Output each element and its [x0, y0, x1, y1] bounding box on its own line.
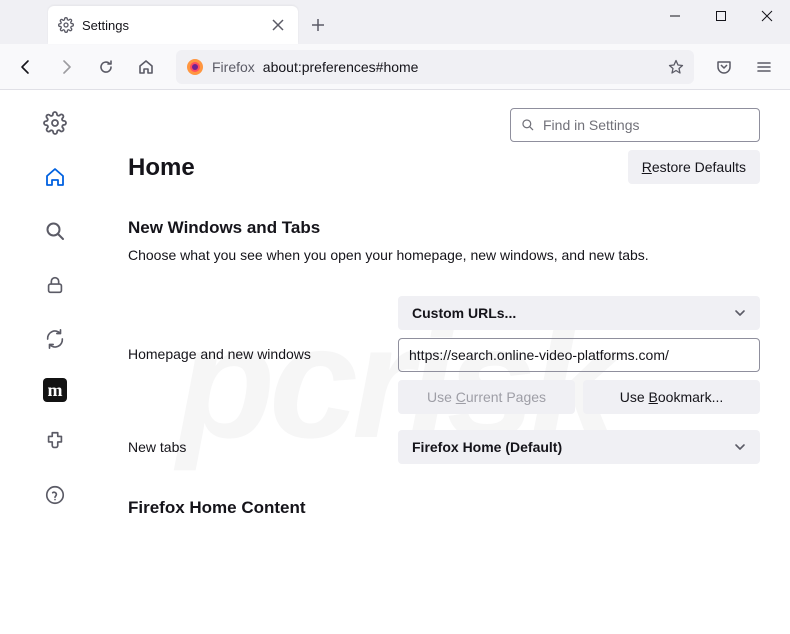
url-bar[interactable]: Firefox about:preferences#home	[176, 50, 694, 84]
main-panel: Find in Settings Home Restore Defaults N…	[110, 90, 790, 634]
close-icon[interactable]	[268, 15, 288, 35]
sidebar-item-more[interactable]: m	[43, 378, 67, 402]
homepage-select[interactable]: Custom URLs...	[398, 296, 760, 330]
sidebar-item-extensions[interactable]	[40, 426, 70, 456]
section-description: Choose what you see when you open your h…	[128, 246, 760, 266]
chevron-down-icon	[734, 441, 746, 453]
firefox-icon	[186, 58, 204, 76]
bookmark-star-icon[interactable]	[668, 59, 684, 75]
new-tab-button[interactable]	[302, 9, 334, 41]
sidebar-item-home[interactable]	[40, 162, 70, 192]
section-heading: New Windows and Tabs	[128, 218, 760, 238]
restore-defaults-button[interactable]: Restore Defaults	[628, 150, 760, 184]
url-context: Firefox	[212, 59, 255, 75]
newtabs-select[interactable]: Firefox Home (Default)	[398, 430, 760, 464]
tab-title: Settings	[82, 18, 260, 33]
nav-toolbar: Firefox about:preferences#home	[0, 44, 790, 90]
reload-button[interactable]	[90, 51, 122, 83]
chevron-down-icon	[734, 307, 746, 319]
url-text: about:preferences#home	[263, 59, 660, 75]
sidebar: m	[0, 90, 110, 634]
homepage-url-input[interactable]: https://search.online-video-platforms.co…	[398, 338, 760, 372]
search-icon	[521, 118, 535, 132]
page-title: Home	[128, 154, 195, 182]
home-button[interactable]	[130, 51, 162, 83]
minimize-button[interactable]	[652, 0, 698, 32]
select-value: Custom URLs...	[412, 305, 516, 321]
select-value: Firefox Home (Default)	[412, 439, 562, 455]
close-window-button[interactable]	[744, 0, 790, 32]
menu-button[interactable]	[748, 51, 780, 83]
titlebar: Settings	[0, 0, 790, 44]
browser-tab[interactable]: Settings	[48, 6, 298, 44]
gear-icon	[58, 17, 74, 33]
sidebar-item-sync[interactable]	[40, 324, 70, 354]
use-bookmark-button[interactable]: Use Bookmark...	[583, 380, 760, 414]
section-heading-2: Firefox Home Content	[128, 498, 760, 518]
back-button[interactable]	[10, 51, 42, 83]
pocket-icon[interactable]	[708, 51, 740, 83]
url-value: https://search.online-video-platforms.co…	[409, 347, 669, 363]
sidebar-item-help[interactable]	[40, 480, 70, 510]
sidebar-item-search[interactable]	[40, 216, 70, 246]
sidebar-item-general[interactable]	[40, 108, 70, 138]
sidebar-item-privacy[interactable]	[40, 270, 70, 300]
newtabs-label: New tabs	[128, 439, 398, 455]
use-current-pages-button[interactable]: Use Current Pages	[398, 380, 575, 414]
maximize-button[interactable]	[698, 0, 744, 32]
forward-button[interactable]	[50, 51, 82, 83]
search-placeholder: Find in Settings	[543, 117, 640, 133]
search-input[interactable]: Find in Settings	[510, 108, 760, 142]
window-controls	[652, 0, 790, 44]
content-area: pcrisk m Find in Settings Home Restore D…	[0, 90, 790, 634]
homepage-label: Homepage and new windows	[128, 296, 398, 362]
